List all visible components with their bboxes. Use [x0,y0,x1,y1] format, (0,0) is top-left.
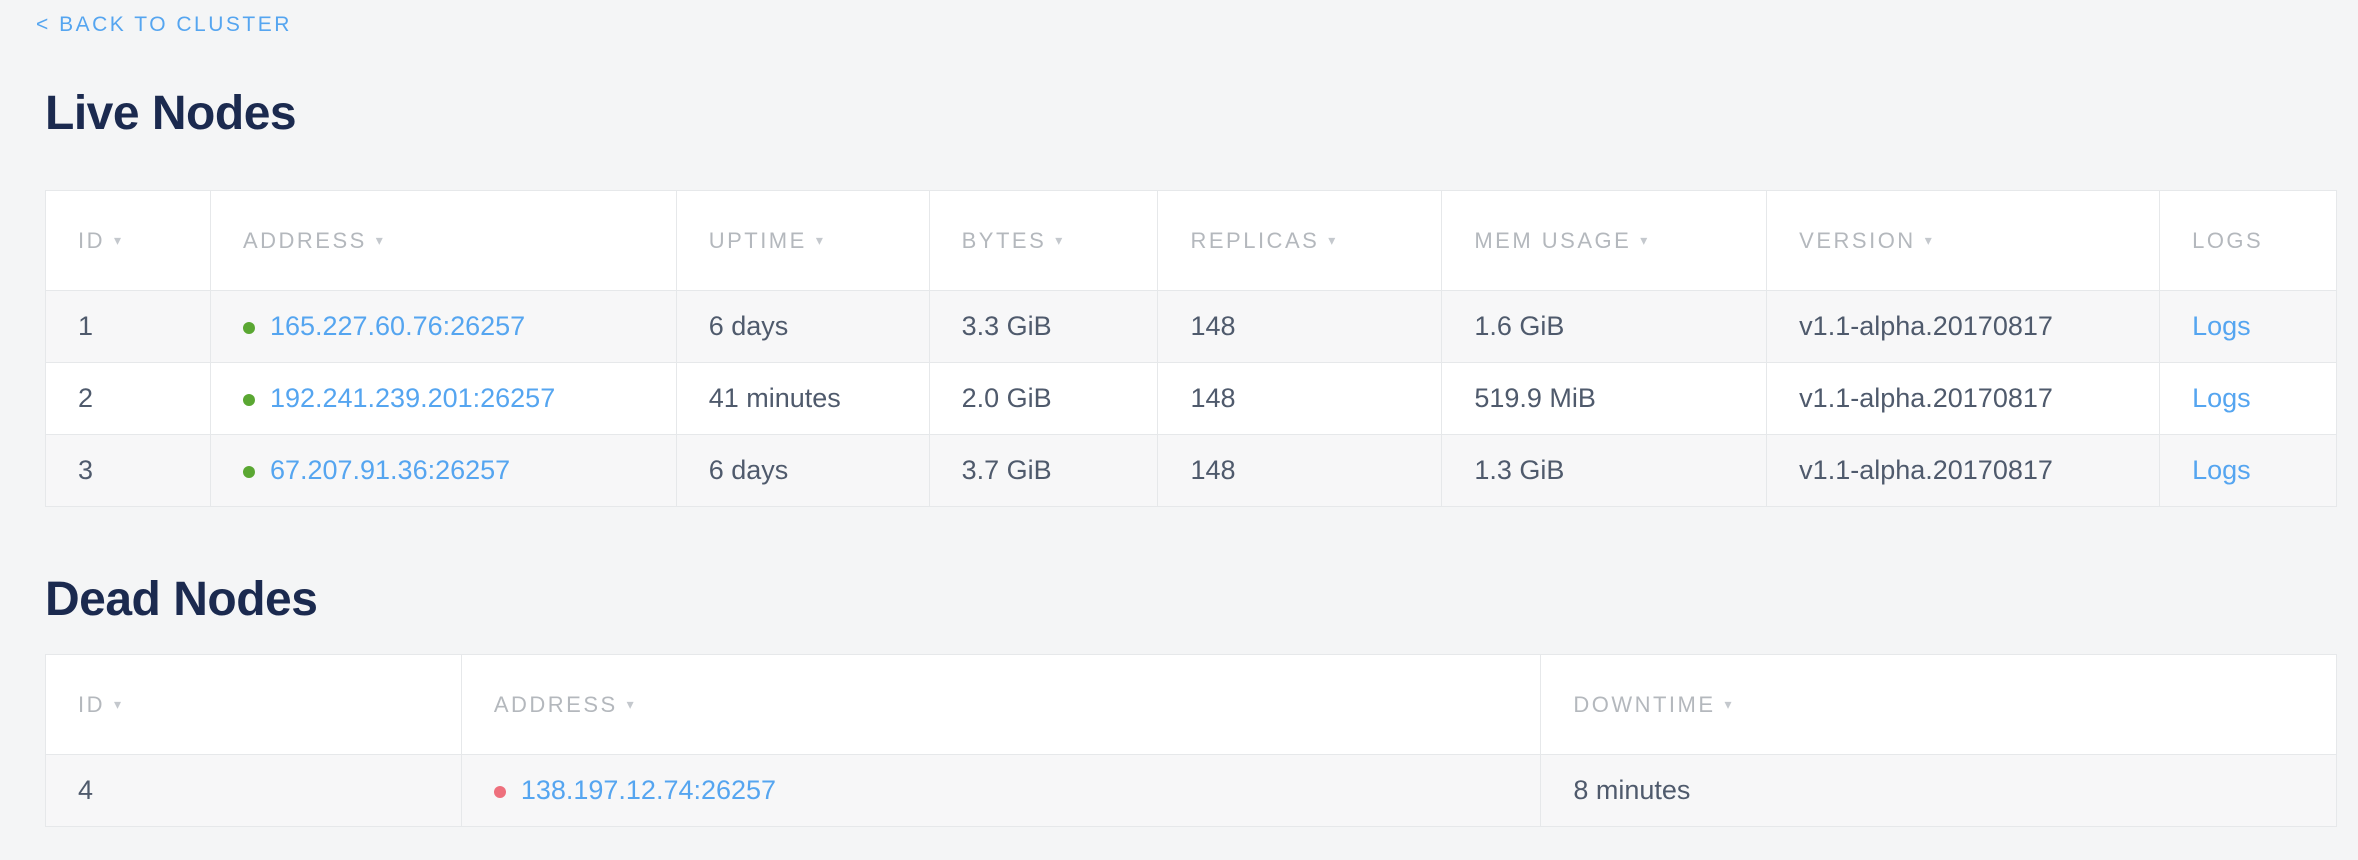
back-to-cluster-link[interactable]: < BACK TO CLUSTER [36,13,292,37]
cell-id: 1 [46,291,211,363]
table-row: 2 192.241.239.201:26257 41 minutes 2.0 G… [46,363,2337,435]
table-row: 4 138.197.12.74:26257 8 minutes [46,755,2337,827]
column-header-address[interactable]: ADDRESS ▾ [210,191,676,291]
column-header-label: UPTIME [709,228,807,253]
cell-replicas: 148 [1158,363,1442,435]
cell-logs: Logs [2160,435,2337,507]
cell-version: v1.1-alpha.20170817 [1767,363,2160,435]
sort-arrow-icon: ▾ [1328,232,1335,248]
sort-arrow-icon: ▾ [816,232,823,248]
node-address-link[interactable]: 138.197.12.74:26257 [521,775,776,805]
column-header-label: ID [78,692,105,717]
cell-version: v1.1-alpha.20170817 [1767,291,2160,363]
column-header-label: LOGS [2192,228,2263,253]
cell-replicas: 148 [1158,291,1442,363]
sort-arrow-icon: ▾ [376,232,383,248]
sort-arrow-icon: ▾ [114,232,121,248]
cell-id: 4 [46,755,462,827]
column-header-label: REPLICAS [1190,228,1319,253]
dead-nodes-table: ID ▾ ADDRESS ▾ DOWNTIME ▾ 4 138.197.12.74:2… [45,654,2337,827]
column-header-label: MEM USAGE [1474,228,1631,253]
cell-logs: Logs [2160,291,2337,363]
cell-address: 67.207.91.36:26257 [210,435,676,507]
node-live-icon [243,466,255,478]
column-header-label: ID [78,228,105,253]
dead-nodes-title: Dead Nodes [45,572,2337,628]
node-live-icon [243,322,255,334]
cell-downtime: 8 minutes [1541,755,2337,827]
cell-address: 165.227.60.76:26257 [210,291,676,363]
page-content: Live Nodes ID ▾ ADDRESS ▾ UPTIME ▾ BYTES ▾ R… [0,0,2358,827]
column-header-label: ADDRESS [243,228,367,253]
sort-arrow-icon: ▾ [1640,232,1647,248]
column-header-label: DOWNTIME [1573,692,1715,717]
table-header-row: ID ▾ ADDRESS ▾ UPTIME ▾ BYTES ▾ REPLICAS ▾ ME… [46,191,2337,291]
cell-id: 2 [46,363,211,435]
column-header-downtime[interactable]: DOWNTIME ▾ [1541,655,2337,755]
node-address-link[interactable]: 165.227.60.76:26257 [270,311,525,341]
cell-logs: Logs [2160,363,2337,435]
column-header-address[interactable]: ADDRESS ▾ [461,655,1541,755]
node-dead-icon [494,786,506,798]
sort-arrow-icon: ▾ [1055,232,1062,248]
table-header-row: ID ▾ ADDRESS ▾ DOWNTIME ▾ [46,655,2337,755]
column-header-id[interactable]: ID ▾ [46,655,462,755]
table-row: 3 67.207.91.36:26257 6 days 3.7 GiB 148 … [46,435,2337,507]
column-header-logs: LOGS [2160,191,2337,291]
cell-replicas: 148 [1158,435,1442,507]
column-header-bytes[interactable]: BYTES ▾ [929,191,1158,291]
sort-arrow-icon: ▾ [1725,696,1732,712]
cell-version: v1.1-alpha.20170817 [1767,435,2160,507]
cell-address: 192.241.239.201:26257 [210,363,676,435]
live-nodes-title: Live Nodes [45,86,2337,142]
cell-bytes: 3.3 GiB [929,291,1158,363]
column-header-uptime[interactable]: UPTIME ▾ [676,191,929,291]
column-header-id[interactable]: ID ▾ [46,191,211,291]
column-header-label: BYTES [962,228,1047,253]
node-address-link[interactable]: 67.207.91.36:26257 [270,455,510,485]
cell-address: 138.197.12.74:26257 [461,755,1541,827]
column-header-mem-usage[interactable]: MEM USAGE ▾ [1442,191,1767,291]
cell-uptime: 6 days [676,291,929,363]
cell-bytes: 2.0 GiB [929,363,1158,435]
node-live-icon [243,394,255,406]
column-header-label: ADDRESS [494,692,618,717]
cell-mem-usage: 1.6 GiB [1442,291,1767,363]
sort-arrow-icon: ▾ [114,696,121,712]
live-nodes-table: ID ▾ ADDRESS ▾ UPTIME ▾ BYTES ▾ REPLICAS ▾ ME… [45,190,2337,507]
cell-uptime: 41 minutes [676,363,929,435]
cell-bytes: 3.7 GiB [929,435,1158,507]
sort-arrow-icon: ▾ [627,696,634,712]
table-row: 1 165.227.60.76:26257 6 days 3.3 GiB 148… [46,291,2337,363]
column-header-replicas[interactable]: REPLICAS ▾ [1158,191,1442,291]
sort-arrow-icon: ▾ [1925,232,1932,248]
node-logs-link[interactable]: Logs [2192,311,2251,341]
cell-uptime: 6 days [676,435,929,507]
node-address-link[interactable]: 192.241.239.201:26257 [270,383,555,413]
column-header-label: VERSION [1799,228,1916,253]
node-logs-link[interactable]: Logs [2192,383,2251,413]
column-header-version[interactable]: VERSION ▾ [1767,191,2160,291]
cell-mem-usage: 1.3 GiB [1442,435,1767,507]
cell-mem-usage: 519.9 MiB [1442,363,1767,435]
cell-id: 3 [46,435,211,507]
node-logs-link[interactable]: Logs [2192,455,2251,485]
